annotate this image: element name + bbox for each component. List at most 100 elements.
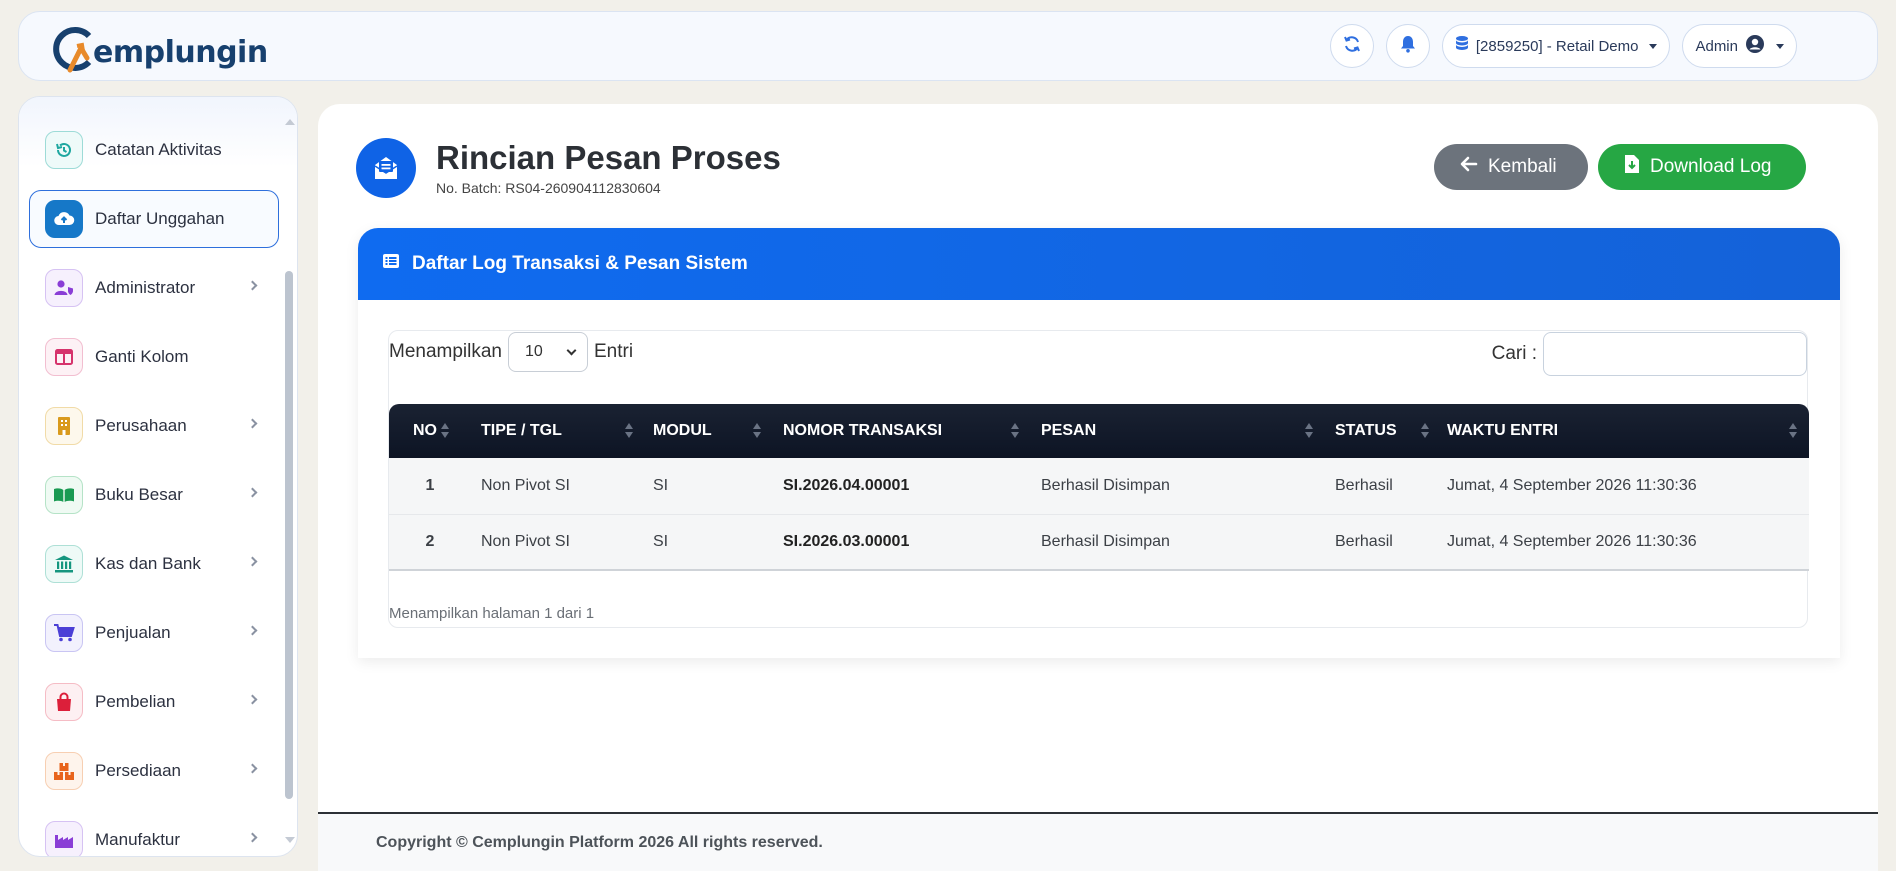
sidebar-item-penjualan[interactable]: Penjualan	[29, 604, 279, 662]
back-button[interactable]: Kembali	[1434, 144, 1588, 190]
refresh-button[interactable]	[1329, 24, 1374, 68]
panel-header: Daftar Log Transaksi & Pesan Sistem	[358, 228, 1840, 300]
sidebar-item-label: Catatan Aktivitas	[95, 140, 222, 159]
log-table: NO TIPE / TGL MODUL NOMOR TRANSAKSI PESA…	[389, 404, 1809, 571]
download-log-button[interactable]: Download Log	[1598, 144, 1806, 190]
search-input[interactable]	[1543, 332, 1807, 376]
column-header-modul[interactable]: MODUL	[643, 404, 773, 458]
bank-icon	[45, 545, 83, 583]
sort-icon	[1011, 423, 1019, 439]
column-header-tipe-tgl[interactable]: TIPE / TGL	[471, 404, 643, 458]
search-control: Cari :	[1492, 332, 1807, 376]
sidebar-item-manufaktur[interactable]: Manufaktur	[29, 811, 279, 856]
sort-icon	[1789, 423, 1797, 439]
sidebar-item-label: Kas dan Bank	[95, 554, 201, 573]
sort-icon	[625, 423, 633, 439]
chevron-right-icon	[247, 556, 258, 567]
column-header-pesan[interactable]: PESAN	[1031, 404, 1325, 458]
cell-tipe-tgl: Non Pivot SI	[481, 476, 570, 494]
sidebar-item-label: Perusahaan	[95, 416, 187, 435]
sidebar-item-buku-besar[interactable]: Buku Besar	[29, 466, 279, 524]
brand-logo[interactable]: emplungin	[51, 20, 268, 76]
bell-icon	[1400, 35, 1416, 58]
chevron-down-icon	[566, 345, 577, 356]
sidebar-item-kas-dan-bank[interactable]: Kas dan Bank	[29, 535, 279, 593]
sort-icon	[1421, 423, 1429, 439]
sidebar-item-daftar-unggahan[interactable]: Daftar Unggahan	[29, 190, 279, 248]
scroll-down-arrow-icon[interactable]	[285, 837, 295, 843]
cell-status: Berhasil	[1335, 532, 1393, 550]
column-header-waktu-entri[interactable]: WAKTU ENTRI	[1437, 404, 1809, 458]
user-label: Admin	[1695, 37, 1738, 55]
column-header-no[interactable]: NO	[389, 404, 471, 458]
column-header-nomor-transaksi[interactable]: NOMOR TRANSAKSI	[773, 404, 1031, 458]
cell-modul: SI	[653, 532, 669, 550]
caret-down-icon	[1649, 43, 1658, 49]
cart-icon	[45, 614, 83, 652]
cell-tipe-tgl: Non Pivot SI	[481, 532, 570, 550]
page-length-select[interactable]: 10	[508, 332, 588, 372]
sidebar-item-perusahaan[interactable]: Perusahaan	[29, 397, 279, 455]
table-row[interactable]: 2 Non Pivot SI SI SI.2026.03.00001 Berha…	[389, 514, 1809, 570]
brand-name: emplungin	[93, 34, 268, 70]
cell-modul: SI	[653, 476, 669, 494]
cell-pesan: Berhasil Disimpan	[1041, 476, 1170, 494]
back-button-label: Kembali	[1488, 156, 1557, 177]
chevron-right-icon	[247, 280, 258, 291]
database-icon	[1455, 35, 1469, 57]
sidebar-item-pembelian[interactable]: Pembelian	[29, 673, 279, 731]
chevron-right-icon	[247, 832, 258, 843]
table-header-row: NO TIPE / TGL MODUL NOMOR TRANSAKSI PESA…	[389, 404, 1809, 458]
sort-icon	[1305, 423, 1313, 439]
notification-button[interactable]	[1385, 24, 1430, 68]
user-circle-icon	[1745, 34, 1765, 58]
database-selector[interactable]: [2859250] - Retail Demo	[1441, 24, 1671, 68]
sidebar-item-ganti-kolom[interactable]: Ganti Kolom	[29, 328, 279, 386]
footer: Copyright © Cemplungin Platform 2026 All…	[318, 812, 1878, 871]
sidebar-scrollbar[interactable]	[284, 119, 295, 843]
sidebar-item-administrator[interactable]: Administrator	[29, 259, 279, 317]
sort-icon	[753, 423, 761, 439]
sidebar: Catatan Aktivitas Daftar Unggahan Admini…	[18, 96, 298, 857]
cell-status: Berhasil	[1335, 476, 1393, 494]
chevron-right-icon	[247, 694, 258, 705]
sidebar-item-label: Penjualan	[95, 623, 171, 642]
logo-c-icon	[51, 24, 95, 73]
column-header-status[interactable]: STATUS	[1325, 404, 1437, 458]
cell-nomor-transaksi: SI.2026.04.00001	[783, 476, 910, 494]
arrow-left-icon	[1460, 156, 1478, 178]
batch-number: No. Batch: RS04-260904112830604	[436, 180, 661, 196]
sidebar-item-label: Buku Besar	[95, 485, 183, 504]
sidebar-item-label: Ganti Kolom	[95, 347, 189, 366]
scroll-up-arrow-icon[interactable]	[285, 119, 295, 125]
database-label: [2859250] - Retail Demo	[1475, 37, 1639, 55]
page-title: Rincian Pesan Proses	[436, 139, 781, 176]
panel-title: Daftar Log Transaksi & Pesan Sistem	[412, 253, 748, 274]
chevron-right-icon	[247, 487, 258, 498]
sidebar-item-label: Administrator	[95, 278, 196, 297]
cell-pesan: Berhasil Disimpan	[1041, 532, 1170, 550]
chevron-right-icon	[247, 763, 258, 774]
sidebar-item-label: Manufaktur	[95, 830, 181, 849]
sidebar-item-persediaan[interactable]: Persediaan	[29, 742, 279, 800]
scrollbar-thumb[interactable]	[285, 271, 293, 799]
download-log-label: Download Log	[1650, 156, 1772, 177]
cell-no: 2	[425, 532, 435, 550]
sidebar-item-label: Daftar Unggahan	[95, 209, 225, 228]
log-panel: Daftar Log Transaksi & Pesan Sistem Mena…	[358, 228, 1840, 658]
copyright-text: Copyright © Cemplungin Platform 2026 All…	[376, 834, 823, 851]
table-row[interactable]: 1 Non Pivot SI SI SI.2026.04.00001 Berha…	[389, 458, 1809, 514]
cloud-upload-icon	[45, 200, 83, 238]
history-icon	[45, 131, 83, 169]
caret-down-icon	[1776, 43, 1784, 49]
show-suffix: Entri	[594, 341, 634, 362]
building-icon	[45, 407, 83, 445]
page-length-value: 10	[525, 343, 543, 360]
user-menu[interactable]: Admin	[1682, 24, 1797, 68]
chevron-right-icon	[247, 418, 258, 429]
refresh-icon	[1342, 34, 1362, 59]
page-header: Rincian Pesan Proses No. Batch: RS04-260…	[356, 138, 781, 198]
sort-icon	[441, 423, 449, 439]
sidebar-item-catatan-aktivitas[interactable]: Catatan Aktivitas	[29, 121, 279, 179]
file-download-icon	[1624, 154, 1640, 180]
